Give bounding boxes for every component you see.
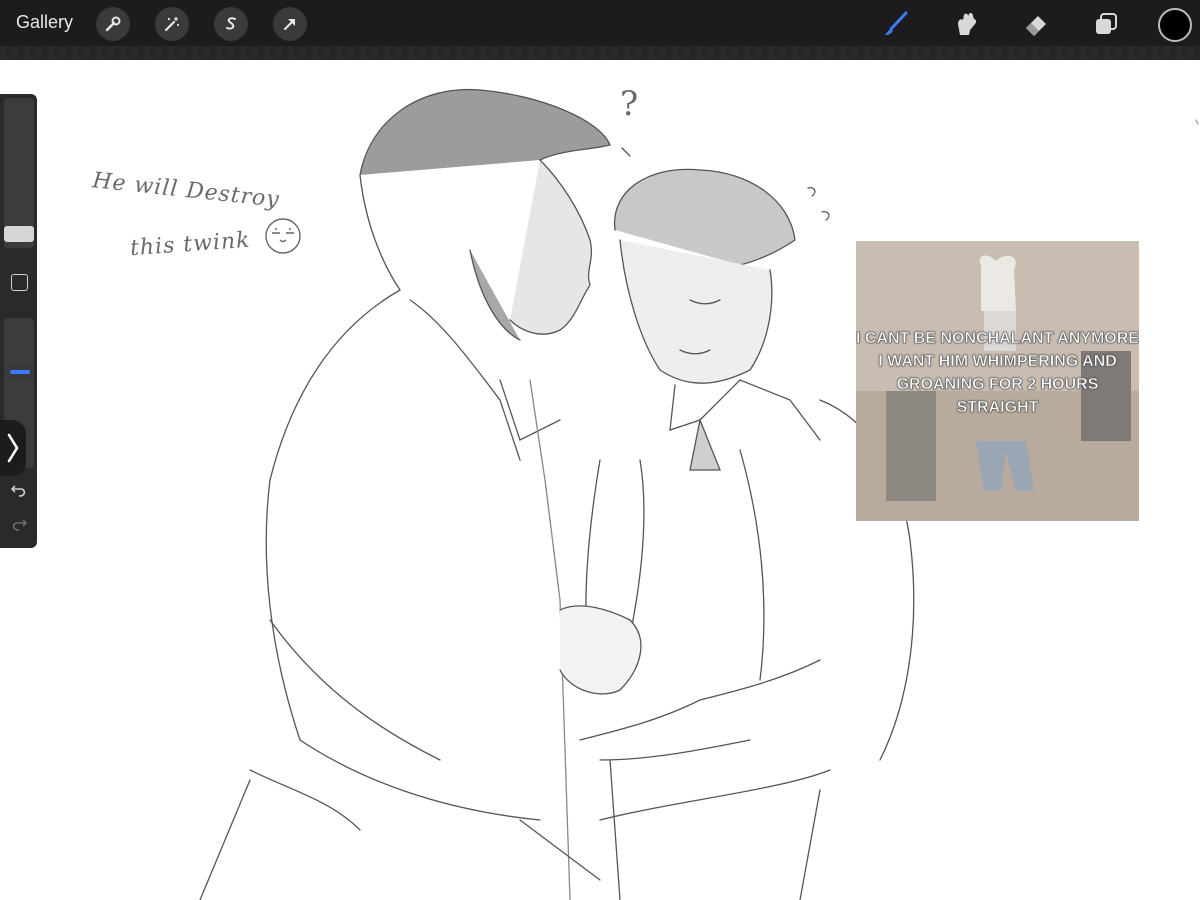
brush-tool-button[interactable] — [880, 8, 912, 40]
crying-face-doodle — [265, 218, 301, 254]
brush-icon — [885, 11, 908, 35]
sidebar-expand-tab[interactable] — [0, 420, 26, 476]
left-sidebar — [0, 94, 37, 548]
question-mark-doodle: ? — [620, 84, 640, 124]
reference-caption: I CANT BE NONCHALANT ANYMORE I WANT HIM … — [856, 330, 1139, 417]
chevron-right-icon — [7, 433, 19, 463]
color-picker-button[interactable] — [1158, 8, 1192, 42]
selection-button[interactable] — [214, 7, 248, 41]
smudge-tool-button[interactable] — [950, 8, 982, 40]
adjustments-button[interactable] — [155, 7, 189, 41]
reference-image[interactable]: I CANT BE NONCHALANT ANYMORE I WANT HIM … — [856, 241, 1139, 521]
opacity-thumb[interactable] — [4, 364, 34, 380]
redo-icon[interactable] — [9, 514, 29, 534]
transform-button[interactable] — [273, 7, 307, 41]
top-toolbar: Gallery — [0, 0, 1200, 46]
eraser-tool-button[interactable] — [1020, 8, 1052, 40]
transform-arrow-icon — [284, 19, 295, 30]
actions-button[interactable] — [96, 7, 130, 41]
undo-icon[interactable] — [9, 480, 29, 500]
drawing-canvas[interactable]: He will Destroy this twink ? I CANT BE N… — [0, 60, 1200, 900]
toolbar-divider — [0, 46, 1200, 60]
brush-size-thumb[interactable] — [4, 226, 34, 242]
layers-button[interactable] — [1090, 8, 1122, 40]
magic-wand-icon — [164, 17, 179, 32]
gallery-button[interactable]: Gallery — [16, 12, 73, 33]
modify-button[interactable] — [11, 274, 28, 291]
eraser-icon — [1026, 16, 1046, 36]
smudge-icon — [958, 12, 977, 35]
wrench-icon — [105, 16, 121, 32]
layers-icon — [1096, 13, 1117, 34]
selection-s-icon — [226, 17, 236, 30]
